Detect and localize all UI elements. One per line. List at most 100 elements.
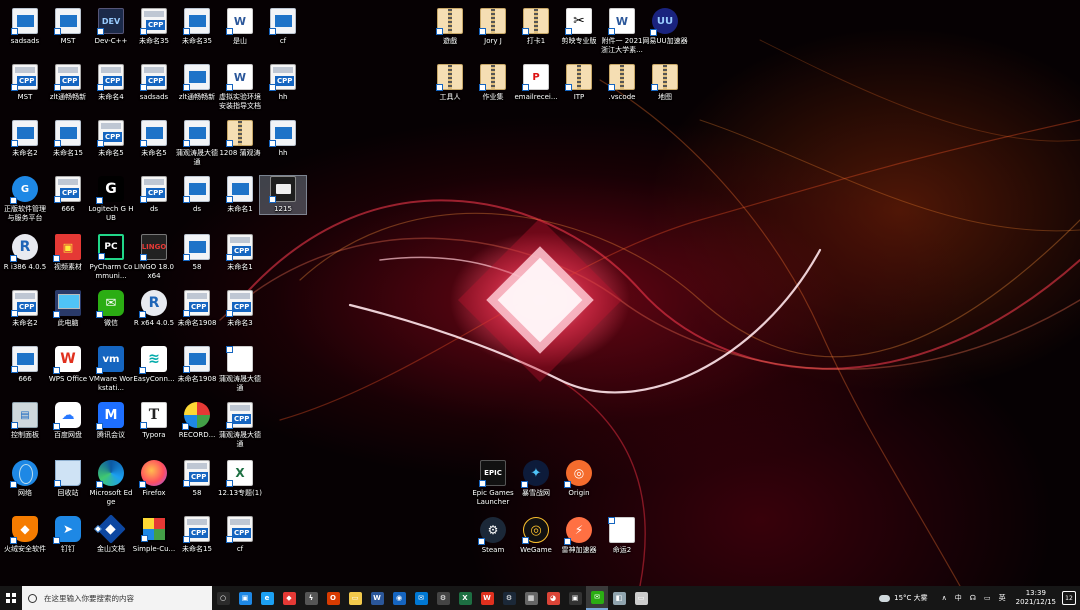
desktop-icon[interactable]: .vscode xyxy=(599,64,645,102)
desktop-icon[interactable]: T Typora xyxy=(131,402,177,440)
desktop-icon[interactable]: W 虚拟实验环境安装指导文档 xyxy=(217,64,263,111)
desktop-icon[interactable]: 地图 xyxy=(642,64,688,102)
desktop-icon[interactable]: CPP 未命名15 xyxy=(174,516,220,554)
desktop-icon[interactable]: ▤ 控制面板 xyxy=(2,402,48,440)
taskbar-app-button[interactable]: ✉ xyxy=(410,586,432,610)
desktop-icon[interactable]: CPP 未命名35 xyxy=(131,8,177,46)
taskbar-app-button[interactable]: W xyxy=(476,586,498,610)
desktop-icon[interactable]: ▣ 视频素材 xyxy=(45,234,91,272)
desktop-icon[interactable]: ⚙ Steam xyxy=(470,517,516,555)
desktop-icon[interactable]: CPP 58 xyxy=(174,460,220,498)
language-indicator[interactable]: 英 xyxy=(999,593,1006,603)
taskbar-app-button[interactable]: ▣ xyxy=(564,586,586,610)
desktop-icon[interactable]: G Logitech G HUB xyxy=(88,176,134,223)
desktop-icon[interactable]: CPP sadsads xyxy=(131,64,177,102)
desktop-icon[interactable]: ■ 金山文档 xyxy=(88,514,134,554)
desktop-icon[interactable]: ITP xyxy=(556,64,602,102)
desktop-icon[interactable]: Simple-Cu... xyxy=(131,516,177,554)
taskbar-app-button[interactable]: ◕ xyxy=(542,586,564,610)
desktop-icon[interactable]: CPP zlt通畅畅新 xyxy=(45,64,91,102)
desktop-icon[interactable]: ✂ 剪映专业版 xyxy=(556,8,602,46)
desktop-icon[interactable]: X 12.13专题(1) xyxy=(217,460,263,498)
desktop-icon[interactable]: 作业集 xyxy=(470,64,516,102)
desktop-icon[interactable]: ◎ WeGame xyxy=(513,517,559,555)
taskbar-app-button[interactable]: e xyxy=(256,586,278,610)
desktop-icon[interactable]: 1215 xyxy=(259,175,307,215)
desktop-icon[interactable]: CPP ds xyxy=(131,176,177,214)
desktop-icon[interactable]: CPP 666 xyxy=(45,176,91,214)
battery-icon[interactable]: ▭ xyxy=(984,594,991,602)
desktop-icon[interactable]: Microsoft Edge xyxy=(88,460,134,507)
desktop-icon[interactable]: 未命名2 xyxy=(2,120,48,158)
desktop-icon[interactable]: W WPS Office xyxy=(45,346,91,384)
taskbar-app-button[interactable]: ⚙ xyxy=(432,586,454,610)
desktop-icon[interactable]: Jory J xyxy=(470,8,516,46)
desktop-icon[interactable]: 此电脑 xyxy=(45,290,91,328)
taskbar-app-button[interactable]: ◉ xyxy=(388,586,410,610)
desktop-icon[interactable]: ds xyxy=(174,176,220,214)
desktop-icon[interactable]: CPP cf xyxy=(217,516,263,554)
desktop-icon[interactable]: W 附件一 2021 浙江大学素... xyxy=(599,8,645,55)
taskbar-app-button[interactable]: O xyxy=(322,586,344,610)
taskbar-clock[interactable]: 13:39 2021/12/15 xyxy=(1016,589,1056,607)
taskbar-app-button[interactable]: ▭ xyxy=(344,586,366,610)
desktop-icon[interactable]: 未命名35 xyxy=(174,8,220,46)
desktop-icon[interactable]: 打卡1 xyxy=(513,8,559,46)
taskbar-app-button[interactable]: ▣ xyxy=(234,586,256,610)
desktop-icon[interactable]: ☁ 百度网盘 xyxy=(45,402,91,440)
desktop-icon[interactable]: CPP 蒲观涛晟大德通 xyxy=(217,402,263,449)
desktop-icon[interactable]: 未命名15 xyxy=(45,120,91,158)
taskbar-app-button[interactable]: ▦ xyxy=(520,586,542,610)
desktop-icon[interactable]: 未命名1908 xyxy=(174,346,220,384)
desktop-icon[interactable]: CPP 未命名4 xyxy=(88,64,134,102)
desktop-icon[interactable]: zlt通畅畅新 xyxy=(174,64,220,102)
taskbar-app-button[interactable]: ◆ xyxy=(278,586,300,610)
desktop-icon[interactable]: CPP MST xyxy=(2,64,48,102)
desktop-icon[interactable]: CPP 未命名2 xyxy=(2,290,48,328)
desktop-icon[interactable]: ➤ 钉钉 xyxy=(45,516,91,554)
desktop-icon[interactable]: G 正版软件管理与服务平台 xyxy=(2,176,48,223)
network-icon[interactable]: ☊ xyxy=(970,594,976,602)
desktop-icon[interactable]: 网络 xyxy=(2,460,48,498)
taskbar-app-button[interactable]: X xyxy=(454,586,476,610)
weather-widget[interactable]: 15°C 大雾 xyxy=(879,593,928,603)
desktop-icon[interactable]: DEV Dev-C++ xyxy=(88,8,134,46)
desktop-icon[interactable]: ◆ 火绒安全软件 xyxy=(2,516,48,554)
desktop-icon[interactable]: LINGO LINGO 18.0 x64 xyxy=(131,234,177,281)
desktop-icon[interactable]: ◎ Origin xyxy=(556,460,602,498)
taskbar-app-button[interactable]: ⚙ xyxy=(498,586,520,610)
desktop-icon[interactable]: UU 网易UU加速器 xyxy=(642,8,688,46)
desktop-icon[interactable]: W 是山 xyxy=(217,8,263,46)
taskbar-app-button[interactable]: ○ xyxy=(212,586,234,610)
desktop-icon[interactable]: CPP 未命名5 xyxy=(88,120,134,158)
desktop-icon[interactable]: ≋ EasyConn... xyxy=(131,346,177,384)
desktop-icon[interactable]: 1208 蒲观涛 xyxy=(217,120,263,158)
taskbar-search-box[interactable]: 在这里输入你要搜索的内容 xyxy=(22,586,212,610)
desktop-icon[interactable]: EPIC Epic Games Launcher xyxy=(470,460,516,507)
desktop-icon[interactable]: M 腾讯会议 xyxy=(88,402,134,440)
taskbar-app-button[interactable]: ▭ xyxy=(630,586,652,610)
desktop-icon[interactable]: ✉ 微信 xyxy=(88,290,134,328)
taskbar-app-button[interactable]: ϟ xyxy=(300,586,322,610)
desktop-icon[interactable]: Pemailrecei... xyxy=(513,64,559,102)
input-method-indicator[interactable]: 中 xyxy=(955,593,962,603)
desktop-icon[interactable]: Firefox xyxy=(131,460,177,498)
desktop-icon[interactable]: vm VMware Workstati... xyxy=(88,346,134,393)
start-button[interactable] xyxy=(0,586,22,610)
desktop-icon[interactable]: PC PyCharm Communi... xyxy=(88,234,134,281)
desktop-icon[interactable]: ⚡ 雷神加速器 xyxy=(556,517,602,555)
desktop-icon[interactable]: ✦ 暴雪战网 xyxy=(513,460,559,498)
desktop-icon[interactable]: hh xyxy=(260,120,306,158)
desktop-icon[interactable]: CPP 未命名1 xyxy=(217,234,263,272)
desktop-icon[interactable]: 未命名1 xyxy=(217,176,263,214)
desktop-icon[interactable]: 58 xyxy=(174,234,220,272)
desktop-icon[interactable]: CPP hh xyxy=(260,64,306,102)
desktop-icon[interactable]: 工具人 xyxy=(427,64,473,102)
desktop-icon[interactable]: 命运2 xyxy=(599,517,645,555)
taskbar-app-button[interactable]: ✉ xyxy=(586,586,608,610)
desktop-icon[interactable]: 未命名5 xyxy=(131,120,177,158)
taskbar-app-button[interactable]: ◧ xyxy=(608,586,630,610)
tray-overflow-chevron[interactable]: ∧ xyxy=(942,594,947,602)
desktop-icon[interactable]: CPP 未命名1908 xyxy=(174,290,220,328)
desktop-icon[interactable]: 遊戲 xyxy=(427,8,473,46)
